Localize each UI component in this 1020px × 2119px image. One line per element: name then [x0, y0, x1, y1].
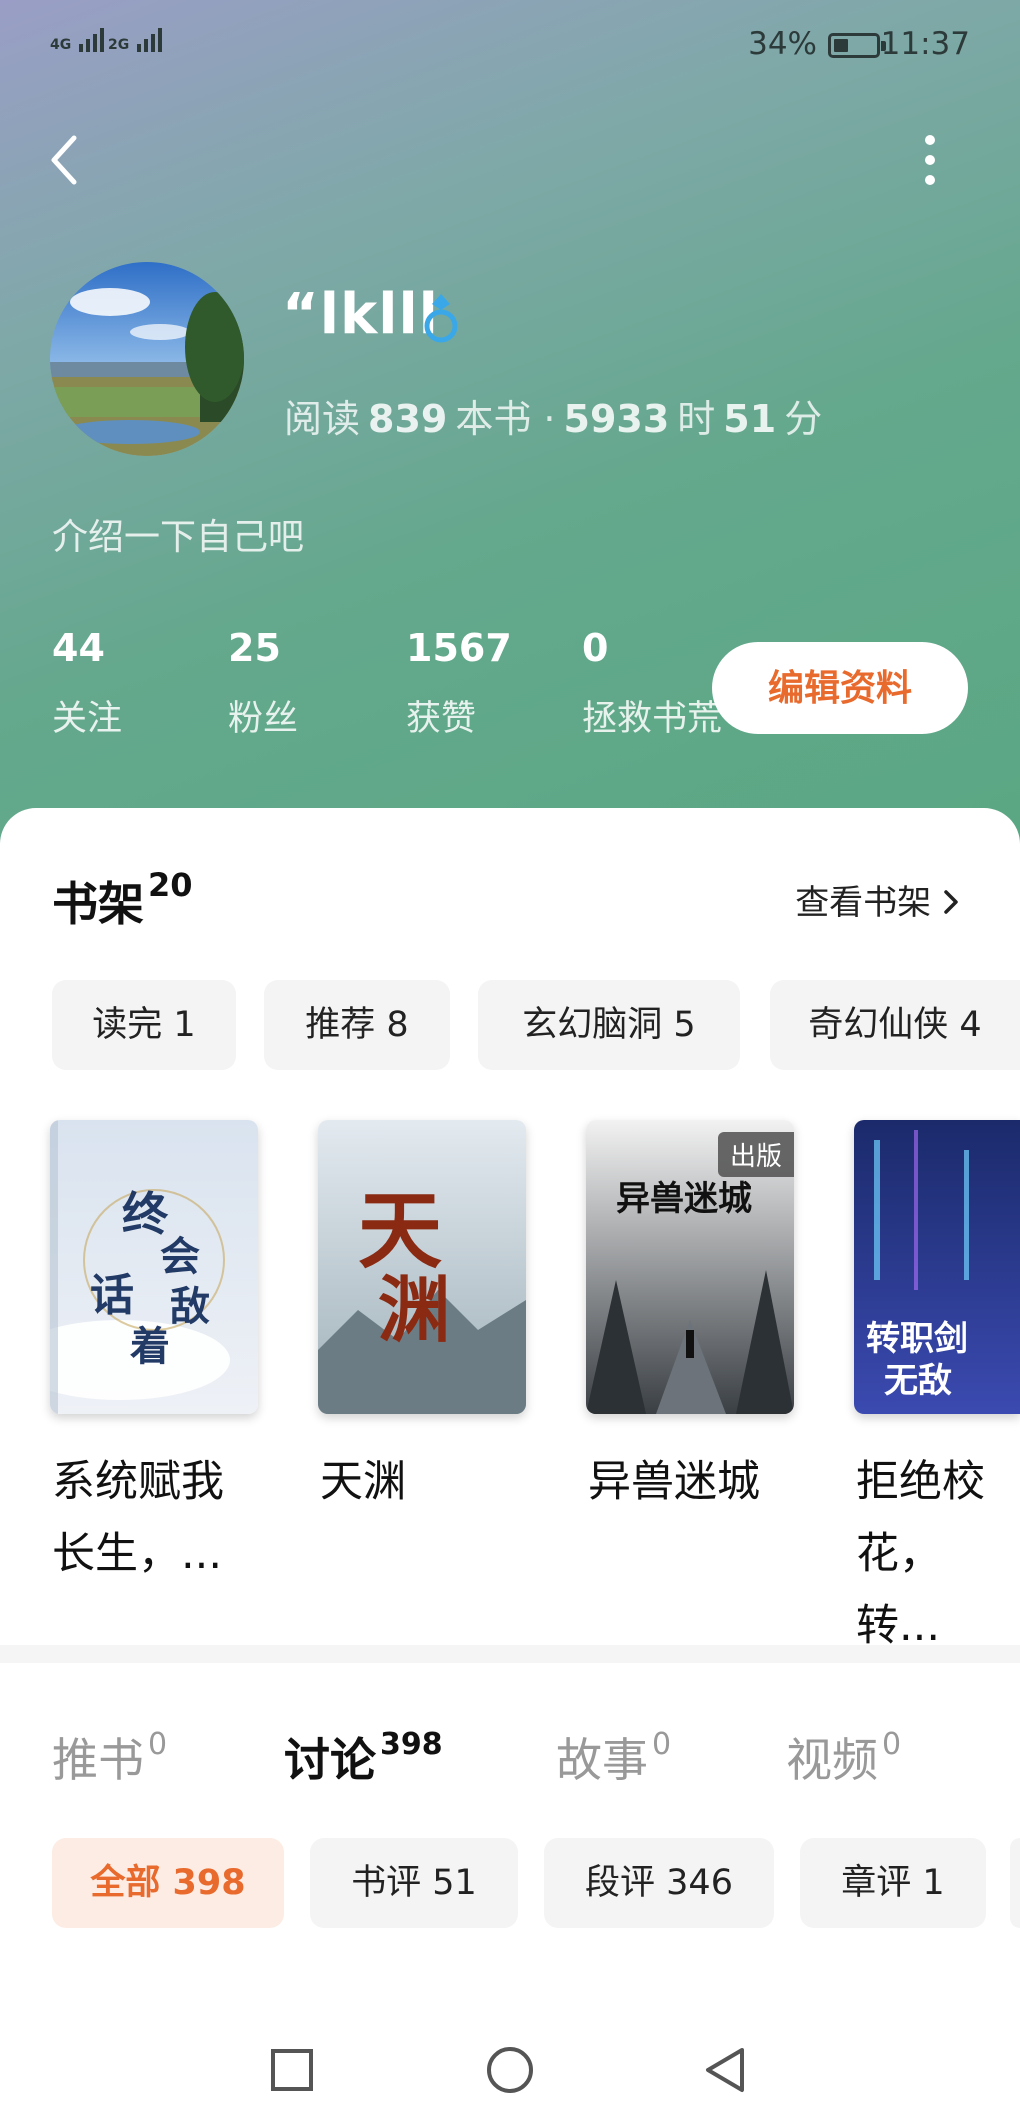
back-arrow-icon[interactable] [46, 130, 86, 190]
signal-2g-icon: 2G [108, 28, 163, 53]
stat-number: 0 [582, 626, 609, 670]
tab-videos[interactable]: 视频 0 [786, 1724, 901, 1790]
clock: 11:37 [880, 26, 970, 62]
books-count: 839 [368, 397, 448, 441]
shelf-chip-recommended[interactable]: 推荐 8 [264, 980, 450, 1070]
battery-fill [834, 39, 848, 52]
signal-4g-label: 4G [50, 37, 72, 53]
tab-count: 0 [652, 1726, 672, 1762]
tab-recommend-books[interactable]: 推书 0 [52, 1724, 167, 1790]
stat-label: 关注 [52, 699, 123, 739]
tab-count: 0 [882, 1726, 902, 1762]
chevron-right-icon [942, 885, 960, 925]
stat-followers[interactable]: 25 粉丝 [228, 626, 298, 741]
back-triangle-icon[interactable] [702, 2046, 750, 2094]
reading-stats: 阅读 839 本书 · 5933 时 51 分 [284, 388, 822, 443]
svg-text:敌: 敌 [170, 1283, 210, 1330]
more-options-icon[interactable] [912, 130, 952, 190]
svg-text:渊: 渊 [378, 1267, 450, 1352]
username: “lklll [282, 282, 439, 347]
status-bar: 4G 2G 34% 11:37 [0, 0, 1020, 92]
stat-label: 粉丝 [228, 699, 299, 739]
stat-number: 44 [52, 626, 105, 670]
svg-text:天: 天 [358, 1181, 442, 1280]
view-bookshelf-label: 查看书架 [795, 883, 932, 923]
stat-following[interactable]: 44 关注 [52, 626, 122, 741]
tab-stories[interactable]: 故事 0 [556, 1724, 671, 1790]
bookshelf-title: 书架 20 [52, 865, 193, 934]
tab-discussion[interactable]: 讨论 398 [284, 1724, 443, 1790]
book-title-1[interactable]: 系统赋我长生，... [52, 1446, 252, 1590]
reading-label: 阅读 [284, 397, 361, 441]
book-title-4[interactable]: 拒绝校花，转... [856, 1446, 1020, 1662]
tab-label: 故事 [556, 1733, 648, 1787]
battery-percent: 34% [748, 26, 817, 62]
shelf-chip-fantasy[interactable]: 玄幻脑洞 5 [478, 980, 740, 1070]
filter-book-reviews[interactable]: 书评 51 [310, 1838, 518, 1928]
book-cover-3[interactable]: 异兽迷城 出版 [586, 1120, 794, 1414]
hours-count: 5933 [563, 397, 670, 441]
tab-label: 推书 [52, 1733, 144, 1787]
books-unit: 本书 · [455, 397, 556, 441]
bookshelf-title-text: 书架 [52, 877, 144, 931]
tab-count: 398 [380, 1726, 443, 1762]
recent-apps-square-icon[interactable] [268, 2046, 316, 2094]
minutes-count: 51 [723, 397, 777, 441]
book-title-2[interactable]: 天渊 [320, 1446, 520, 1518]
book-title-3[interactable]: 异兽迷城 [588, 1446, 788, 1518]
svg-text:话: 话 [90, 1270, 134, 1321]
bookshelf-count: 20 [148, 865, 193, 904]
view-bookshelf-link[interactable]: 查看书架 [795, 875, 960, 925]
home-circle-icon[interactable] [486, 2046, 534, 2094]
filter-paragraph-reviews[interactable]: 段评 346 [544, 1838, 774, 1928]
tab-count: 0 [148, 1726, 168, 1762]
minutes-unit: 分 [784, 397, 823, 441]
stat-label: 获赞 [406, 699, 477, 739]
svg-text:着: 着 [130, 1323, 170, 1370]
svg-text:转职剑: 转职剑 [866, 1319, 968, 1359]
avatar[interactable] [50, 262, 244, 456]
tab-label: 视频 [786, 1733, 878, 1787]
stat-number: 25 [228, 626, 281, 670]
filter-chapter-reviews[interactable]: 章评 1 [800, 1838, 986, 1928]
tab-label: 讨论 [284, 1733, 376, 1787]
male-ring-icon [420, 290, 462, 346]
svg-text:无敌: 无敌 [884, 1361, 952, 1401]
stat-label: 拯救书荒 [582, 699, 723, 739]
hours-unit: 时 [677, 397, 716, 441]
filter-all[interactable]: 全部 398 [52, 1838, 284, 1928]
book-cover-1[interactable]: 终 会 话 敌 着 [50, 1120, 258, 1414]
book-cover-4[interactable]: 转职剑 无敌 [854, 1120, 1020, 1414]
stat-number: 1567 [406, 626, 512, 670]
battery-icon [828, 33, 886, 58]
stat-rescue[interactable]: 0 拯救书荒 [582, 626, 722, 741]
stat-likes[interactable]: 1567 获赞 [406, 626, 512, 741]
signal-4g-icon: 4G [50, 28, 105, 53]
svg-text:异兽迷城: 异兽迷城 [616, 1179, 752, 1219]
profile-intro[interactable]: 介绍一下自己吧 [52, 508, 304, 560]
filter-more-partial [1010, 1838, 1020, 1928]
published-badge: 出版 [717, 1132, 794, 1177]
edit-profile-button[interactable]: 编辑资料 [712, 642, 968, 734]
signal-2g-label: 2G [108, 37, 130, 53]
shelf-chip-xianxia[interactable]: 奇幻仙侠 4 [770, 980, 1020, 1070]
svg-text:会: 会 [160, 1233, 200, 1280]
section-divider [0, 1645, 1020, 1663]
book-cover-2[interactable]: 天 渊 [318, 1120, 526, 1414]
shelf-chip-finished[interactable]: 读完 1 [52, 980, 236, 1070]
